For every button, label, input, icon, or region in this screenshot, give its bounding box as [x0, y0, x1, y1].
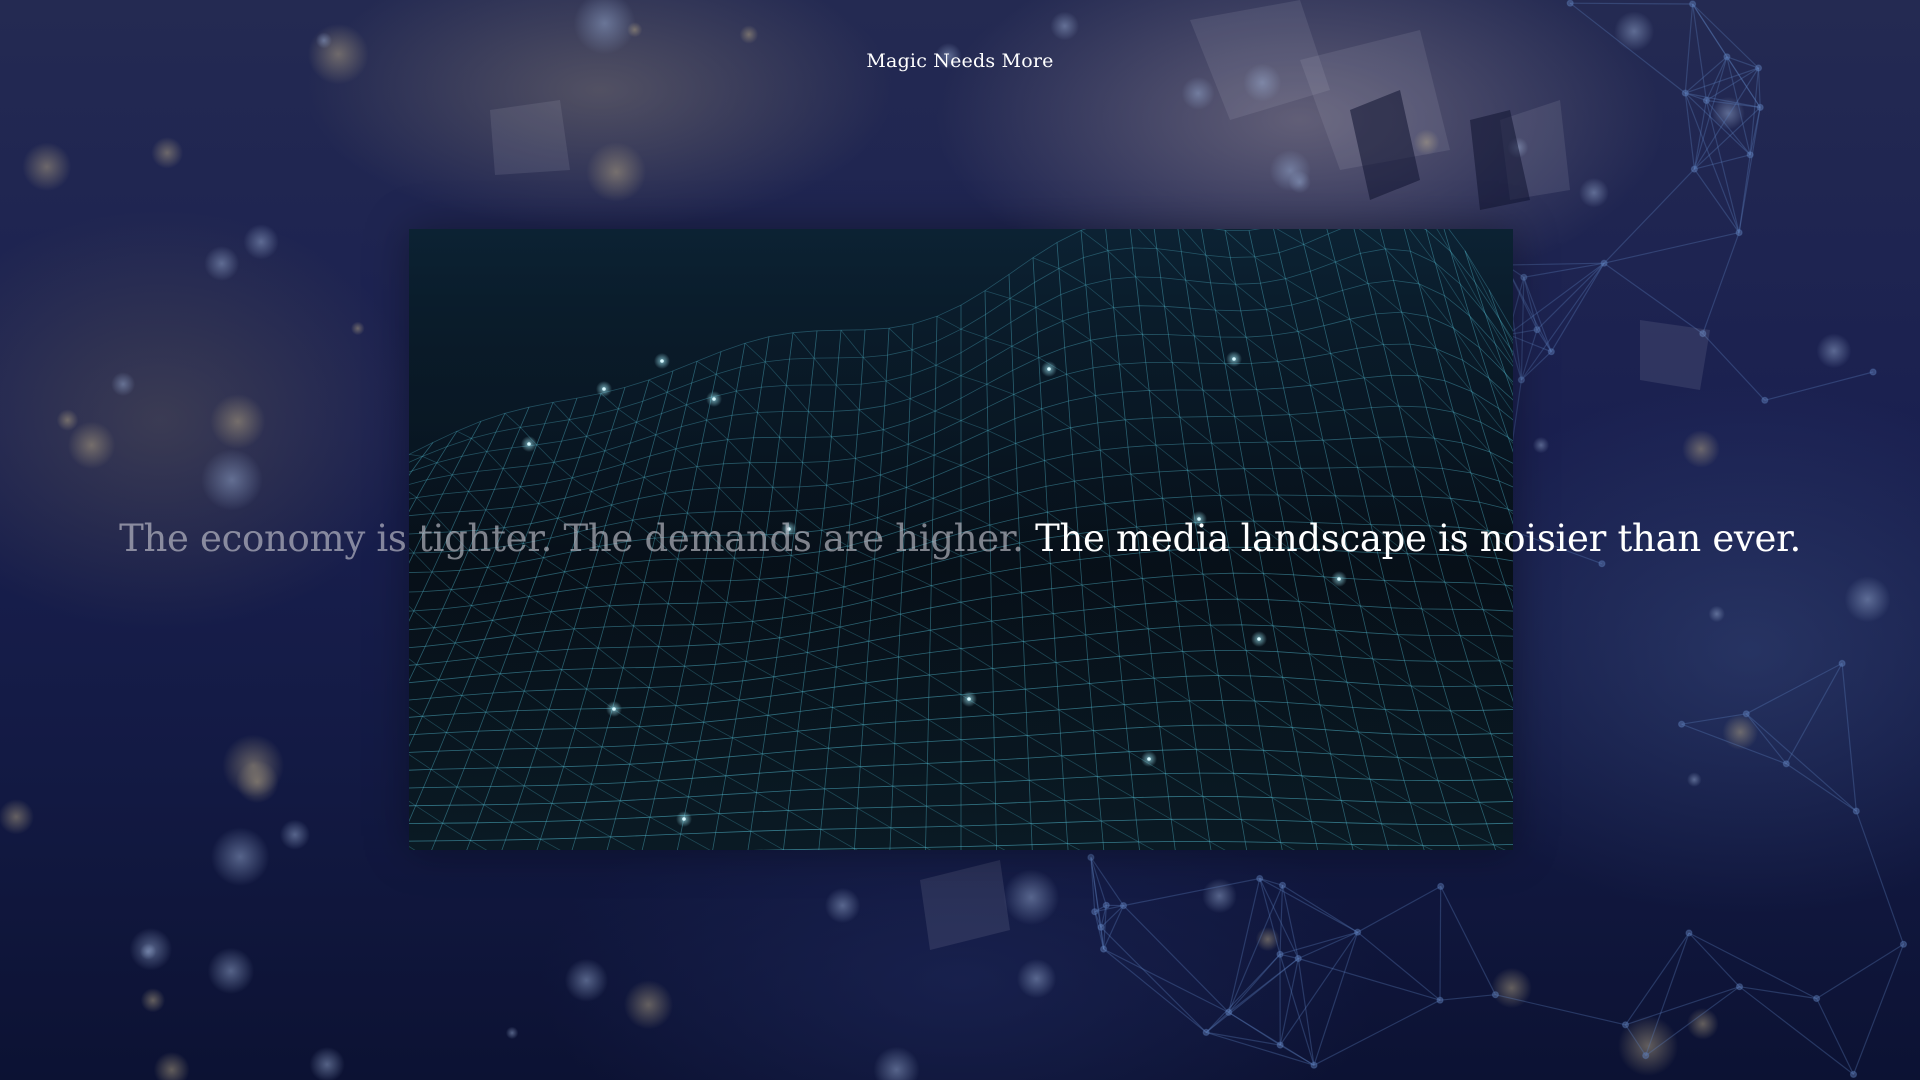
tagline-demands: The demands are higher. — [563, 517, 1024, 560]
site-title-link[interactable]: Magic Needs More — [0, 50, 1920, 72]
tagline-economy: The economy is tighter. — [119, 517, 553, 560]
hero-tagline: The economy is tighter. The demands are … — [0, 517, 1920, 560]
tagline-media-landscape: The media landscape is noisier than ever… — [1035, 517, 1801, 560]
page-stage: Magic Needs More The economy is tighter.… — [0, 0, 1920, 1080]
